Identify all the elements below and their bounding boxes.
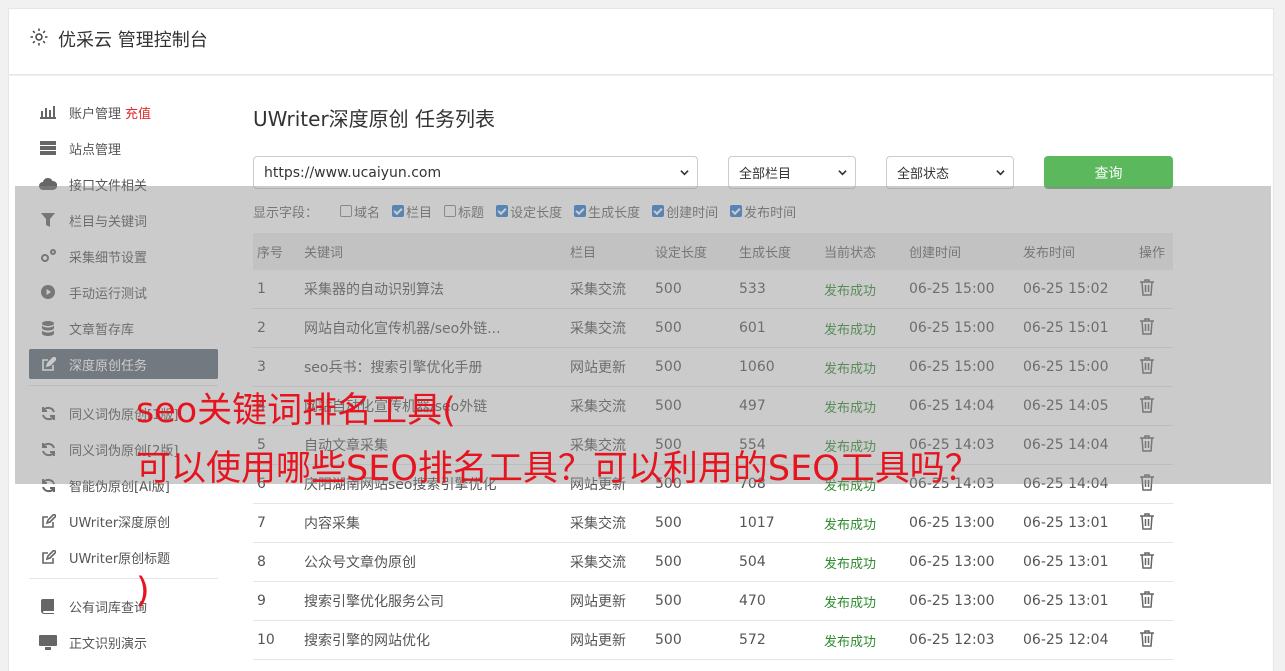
overlay-headline-line3: ) bbox=[136, 571, 150, 611]
main-content: UWriter深度原创 任务列表 https://www.ucaiyun.com… bbox=[253, 104, 1173, 660]
sidebar-item-uwriter-deep[interactable]: UWriter深度原创 bbox=[29, 506, 218, 536]
chevron-down-icon bbox=[838, 170, 847, 176]
trash-icon[interactable] bbox=[1139, 512, 1155, 530]
column-select[interactable]: 全部栏目 bbox=[728, 156, 856, 189]
table-cell: 公众号文章伪原创 bbox=[304, 555, 416, 571]
table-cell: 10 bbox=[257, 632, 275, 648]
table-cell: 06-25 12:04 bbox=[1023, 632, 1109, 648]
table-cell-actions bbox=[1135, 551, 1173, 573]
sidebar-item-label: UWriter原创标题 bbox=[69, 551, 171, 567]
overlay-headline-line2: 可以使用哪些SEO排名工具？可以利用的SEO工具吗？ bbox=[136, 449, 980, 489]
sidebar-item-uwriter-title[interactable]: UWriter原创标题 bbox=[29, 542, 218, 572]
table-cell: 网站更新 bbox=[570, 633, 626, 649]
table-cell: 7 bbox=[257, 515, 266, 531]
table-cell: 06-25 12:03 bbox=[909, 632, 995, 648]
book-icon bbox=[39, 597, 57, 615]
table-cell: 500 bbox=[655, 554, 682, 570]
table-cell: 06-25 13:00 bbox=[909, 554, 995, 570]
table-cell: 06-25 13:00 bbox=[909, 515, 995, 531]
chevron-down-icon bbox=[680, 170, 689, 176]
table-cell: 发布成功 bbox=[824, 634, 877, 650]
sidebar-item-sites[interactable]: 站点管理 bbox=[29, 133, 218, 163]
sidebar-item-account[interactable]: 账户管理 充值 bbox=[29, 97, 218, 127]
table-cell: 572 bbox=[739, 632, 766, 648]
table-row: 10 搜索引擎的网站优化 网站更新 500 572 发布成功 06-25 12:03 06-2… bbox=[253, 621, 1173, 660]
sidebar-divider bbox=[29, 578, 218, 579]
table-cell: 9 bbox=[257, 593, 266, 609]
overlay-banner bbox=[15, 186, 1271, 484]
table-cell: 500 bbox=[655, 632, 682, 648]
site-select[interactable]: https://www.ucaiyun.com bbox=[253, 156, 698, 189]
table-cell: 06-25 13:01 bbox=[1023, 515, 1109, 531]
recharge-link[interactable]: 充值 bbox=[125, 103, 151, 122]
trash-icon[interactable] bbox=[1139, 590, 1155, 608]
table-cell: 发布成功 bbox=[824, 595, 877, 611]
chevron-down-icon bbox=[996, 170, 1005, 176]
table-cell: 06-25 13:01 bbox=[1023, 593, 1109, 609]
edit-icon bbox=[39, 512, 57, 530]
chart-icon bbox=[39, 103, 57, 121]
sidebar-item-label: 账户管理 bbox=[69, 106, 122, 122]
status-select-value: 全部状态 bbox=[897, 167, 950, 182]
table-row: 8 公众号文章伪原创 采集交流 500 504 发布成功 06-25 13:00 06-25 … bbox=[253, 543, 1173, 582]
edit-icon bbox=[39, 548, 57, 566]
trash-icon[interactable] bbox=[1139, 551, 1155, 569]
table-cell: 06-25 13:01 bbox=[1023, 554, 1109, 570]
sidebar-item-label: 正文识别演示 bbox=[69, 636, 148, 652]
filter-bar: https://www.ucaiyun.com 全部栏目 全部状态 查询 bbox=[253, 156, 1173, 190]
query-button[interactable]: 查询 bbox=[1044, 156, 1173, 189]
app-title: 优采云 管理控制台 bbox=[58, 30, 208, 51]
table-cell: 内容采集 bbox=[304, 516, 360, 532]
status-select[interactable]: 全部状态 bbox=[886, 156, 1014, 189]
table-cell: 470 bbox=[739, 593, 766, 609]
site-select-value: https://www.ucaiyun.com bbox=[264, 164, 442, 181]
app-header: 优采云 管理控制台 bbox=[8, 8, 1274, 75]
table-cell: 8 bbox=[257, 554, 266, 570]
table-row: 9 搜索引擎优化服务公司 网站更新 500 470 发布成功 06-25 13:00 06-2… bbox=[253, 582, 1173, 621]
sidebar-item-label: UWriter深度原创 bbox=[69, 515, 171, 531]
table-cell: 搜索引擎优化服务公司 bbox=[304, 594, 444, 610]
table-cell-actions bbox=[1135, 590, 1173, 612]
page-title: UWriter深度原创 任务列表 bbox=[253, 107, 496, 131]
table-cell: 采集交流 bbox=[570, 516, 626, 532]
column-select-value: 全部栏目 bbox=[739, 167, 792, 182]
table-cell: 1017 bbox=[739, 515, 775, 531]
table-cell: 504 bbox=[739, 554, 766, 570]
table-cell: 06-25 13:00 bbox=[909, 593, 995, 609]
sidebar-item-text-recognition[interactable]: 正文识别演示 bbox=[29, 627, 218, 657]
server-icon bbox=[39, 139, 57, 157]
table-cell: 搜索引擎的网站优化 bbox=[304, 633, 430, 649]
trash-icon[interactable] bbox=[1139, 629, 1155, 647]
table-cell: 网站更新 bbox=[570, 594, 626, 610]
monitor-icon bbox=[39, 633, 57, 651]
sidebar-item-public-lexicon[interactable]: 公有词库查询 bbox=[29, 591, 218, 621]
table-cell: 500 bbox=[655, 593, 682, 609]
table-cell-actions bbox=[1135, 512, 1173, 534]
table-cell: 发布成功 bbox=[824, 517, 877, 533]
overlay-headline-line1: seo关键词排名工具( bbox=[136, 391, 456, 431]
table-cell: 发布成功 bbox=[824, 556, 877, 572]
sidebar-item-label: 站点管理 bbox=[69, 142, 122, 158]
table-cell-actions bbox=[1135, 629, 1173, 651]
table-row: 7 内容采集 采集交流 500 1017 发布成功 06-25 13:00 06-25 13:… bbox=[253, 504, 1173, 543]
table-cell: 500 bbox=[655, 515, 682, 531]
table-cell: 采集交流 bbox=[570, 555, 626, 571]
gear-icon bbox=[30, 28, 48, 46]
